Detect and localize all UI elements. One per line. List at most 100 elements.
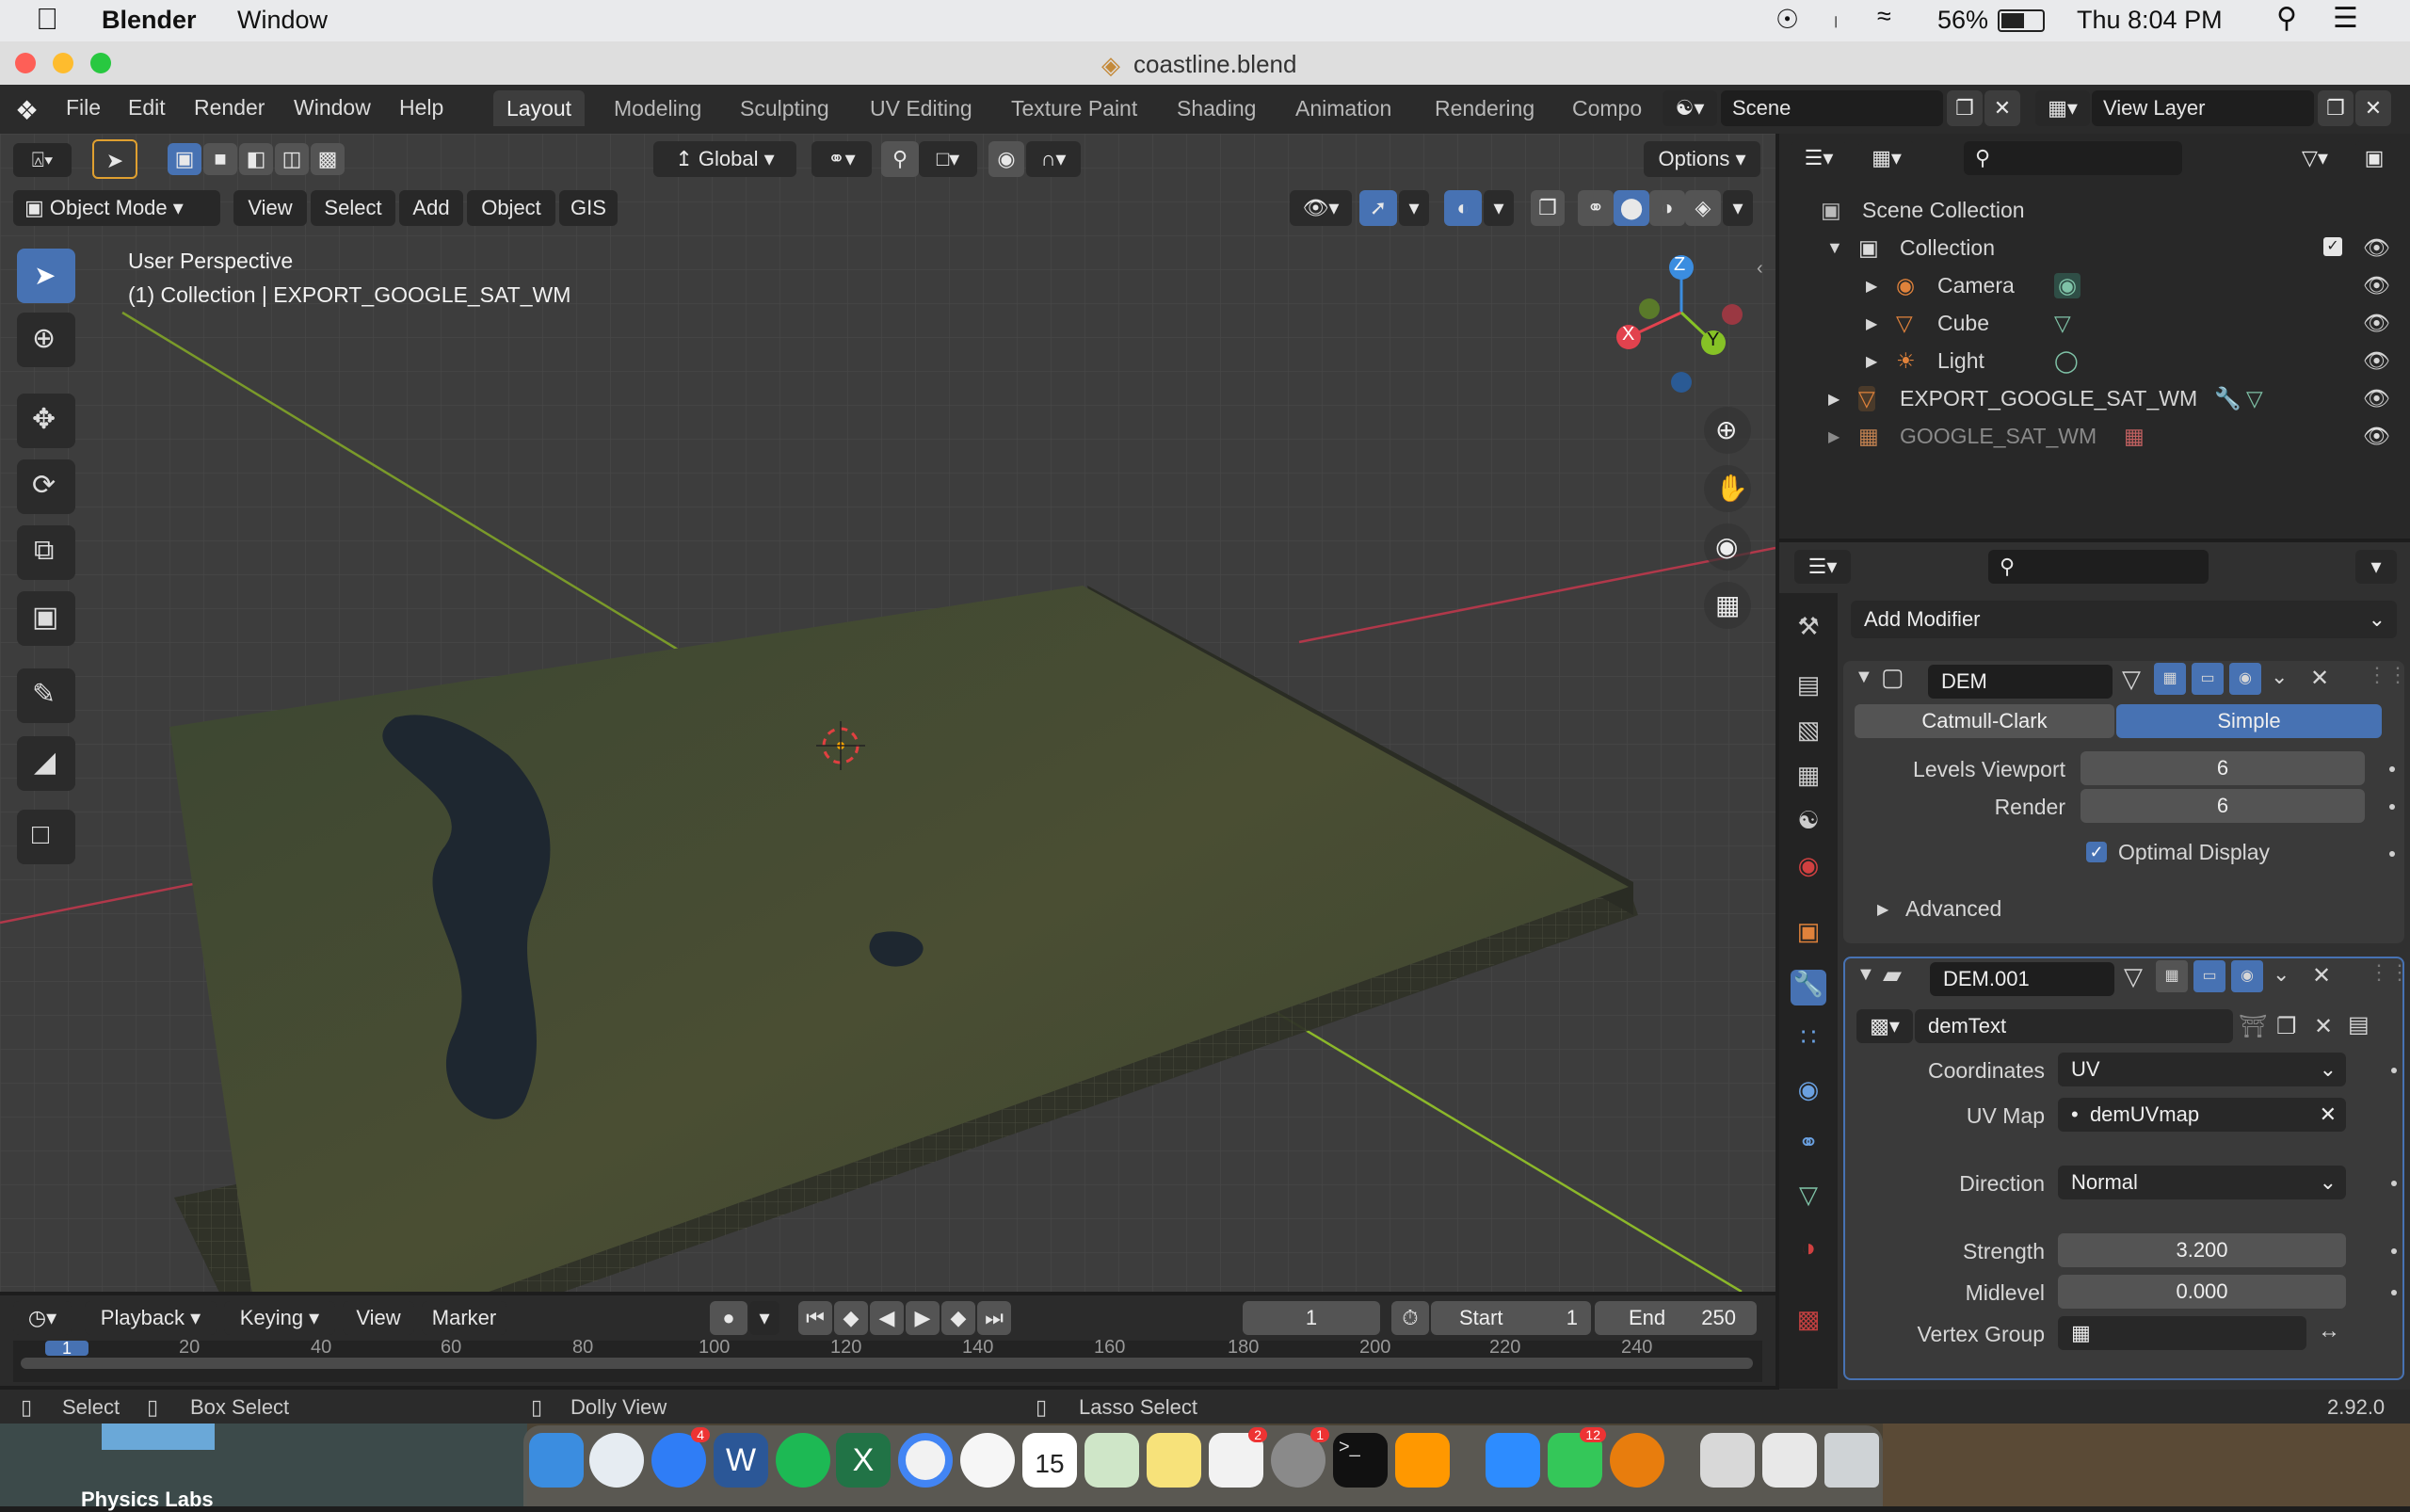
drag-handle-icon[interactable]: ⋮⋮ [2367, 663, 2408, 687]
gis-menu[interactable]: GIS [559, 190, 618, 226]
tab-sculpting[interactable]: Sculpting [727, 90, 843, 126]
cursor-tool[interactable]: ⊕ [17, 313, 75, 367]
tab-shading[interactable]: Shading [1164, 90, 1269, 126]
constraints-tab-icon[interactable]: ⚭ [1791, 1128, 1826, 1164]
animate-dot-icon[interactable] [2389, 804, 2395, 810]
mesh-data-icon[interactable]: ▽ [2246, 386, 2263, 411]
move-tool[interactable]: ✥ [17, 394, 75, 448]
modifier-name-field[interactable]: DEM.001 [1930, 962, 2114, 996]
viewport-display-toggle-icon[interactable]: ▭ [2193, 960, 2225, 992]
eye-icon[interactable]: 👁 [2363, 273, 2390, 298]
uv-map-field[interactable]: • demUVmap ✕ [2058, 1098, 2346, 1132]
new-view-layer-icon[interactable]: ❐ [2318, 90, 2354, 126]
start-frame-field[interactable]: Start 1 [1431, 1301, 1591, 1335]
mesh-data-icon[interactable]: ▽ [2054, 311, 2071, 336]
spotify-icon[interactable] [776, 1433, 830, 1488]
scene-selector-icon[interactable]: ☯▾ [1663, 90, 1717, 126]
select-menu[interactable]: Select [311, 190, 395, 226]
proportional-edit-icon[interactable]: ◉ [988, 141, 1024, 177]
on-cage-toggle-icon[interactable]: ▦ [2156, 960, 2188, 992]
scene-tab-icon[interactable]: ☯ [1791, 806, 1826, 842]
spotlight-icon[interactable]: ⚲ [2276, 2, 2297, 35]
collection-checkbox[interactable]: ✓ [2323, 237, 2342, 256]
animate-dot-icon[interactable] [2391, 1290, 2397, 1295]
expand-arrow-icon[interactable]: ▶ [1866, 352, 1877, 371]
gizmo-dropdown-icon[interactable]: ▾ [1399, 190, 1429, 226]
catmull-clark-tab[interactable]: Catmull-Clark [1855, 704, 2114, 738]
edit-mode-toggle-icon[interactable]: ▽ [2124, 962, 2143, 991]
outliner-row-scene-collection[interactable]: ▣ Scene Collection [1779, 190, 2410, 228]
display-mode-icon[interactable]: ▦▾ [1858, 141, 1915, 175]
zoom-icon[interactable] [1486, 1433, 1540, 1488]
expand-arrow-icon[interactable]: ▶ [1828, 427, 1840, 446]
gizmo-y-label[interactable]: Y [1707, 330, 1719, 351]
outliner-row-export-obj[interactable]: ▶ ▽ EXPORT_GOOGLE_SAT_WM 🔧 ▽ 👁 [1779, 378, 2410, 416]
wireframe-shading-icon[interactable]: ⚭ [1578, 190, 1614, 226]
reminders-icon[interactable]: 2 [1209, 1427, 1267, 1488]
eye-icon[interactable]: 👁 [2363, 348, 2390, 374]
solid-shading-icon[interactable]: ⬤ [1614, 190, 1649, 226]
on-cage-toggle-icon[interactable]: ▦ [2154, 663, 2186, 695]
snap-toggle-icon[interactable]: ⚲ [881, 141, 919, 177]
window-menu[interactable]: Window [237, 6, 328, 35]
expand-arrow-icon[interactable]: ▶ [1866, 314, 1877, 333]
world-tab-icon[interactable]: ◉ [1791, 851, 1826, 887]
playhead[interactable]: 1 [45, 1340, 88, 1357]
view-layer-field[interactable]: View Layer [2092, 90, 2314, 126]
select-extend-icon[interactable]: ■ [203, 143, 237, 175]
minimize-window-button[interactable] [53, 53, 73, 73]
vertex-group-field[interactable]: ▦ [2058, 1316, 2306, 1350]
wrench-modifier-icon[interactable]: 🔧 [2214, 386, 2241, 411]
texture-properties-icon[interactable]: ▤ [2348, 1011, 2370, 1038]
terminal-icon[interactable]: >_ [1333, 1433, 1388, 1488]
eye-icon[interactable]: 👁 [2363, 386, 2390, 411]
editor-type-icon[interactable]: ⍓▾ [13, 143, 72, 177]
bluetooth-icon[interactable]: ᛧ [1828, 4, 1843, 33]
coordinates-dropdown[interactable]: UV ⌄ [2058, 1053, 2346, 1086]
window-menu-blender[interactable]: Window [294, 95, 371, 121]
tab-compositing[interactable]: Compo [1559, 90, 1670, 126]
material-tab-icon[interactable]: ◑ [1791, 1233, 1826, 1269]
fake-user-icon[interactable]: ⛩ [2239, 1013, 2267, 1040]
playback-menu[interactable]: Playback ▾ [85, 1301, 217, 1335]
object-tab-icon[interactable]: ▣ [1791, 917, 1826, 953]
jump-end-icon[interactable]: ⏭ [977, 1301, 1011, 1335]
sync-icon[interactable]: ☉ [1775, 4, 1799, 35]
physics-tab-icon[interactable]: ◉ [1791, 1075, 1826, 1111]
modifier-name-field[interactable]: DEM [1928, 665, 2113, 699]
outliner-row-camera[interactable]: ▶ ◉ Camera ◉ 👁 [1779, 265, 2410, 303]
marker-menu[interactable]: Marker [422, 1301, 506, 1335]
output-tab-icon[interactable]: ▧ [1791, 716, 1826, 751]
texture-tab-icon[interactable]: ▩ [1791, 1305, 1826, 1341]
modifier-tab-icon[interactable]: 🔧 [1791, 970, 1826, 1005]
facetime-icon[interactable]: 12 [1548, 1427, 1606, 1488]
pan-view-icon[interactable]: ✋ [1704, 465, 1751, 512]
chrome-icon[interactable] [898, 1433, 953, 1488]
app-name-menu[interactable]: Blender [102, 6, 197, 35]
view-layer-tab-icon[interactable]: ▦ [1791, 761, 1826, 796]
xray-toggle-icon[interactable]: ❐ [1531, 190, 1565, 226]
safari-icon[interactable] [589, 1433, 644, 1488]
measure-tool[interactable]: ◢ [17, 736, 75, 791]
finder-icon[interactable] [529, 1433, 584, 1488]
properties-editor-type-icon[interactable]: ☰▾ [1794, 550, 1851, 584]
simple-tab[interactable]: Simple [2116, 704, 2382, 738]
image-data-icon[interactable]: ▦ [2124, 424, 2145, 449]
3d-viewport[interactable]: Z X Y ⍓▾ ➤ ▣ ■ ◧ ◫ ▩ ↥ Global ▾ ⚭▾ ⚲ □▾ … [0, 134, 1775, 1292]
camera-view-icon[interactable]: ◉ [1704, 523, 1751, 571]
play-reverse-icon[interactable]: ◀ [870, 1301, 904, 1335]
stopwatch-icon[interactable]: ⏱ [1391, 1301, 1429, 1335]
select-tool-icon[interactable]: ➤ [92, 139, 137, 179]
shading-dropdown-icon[interactable]: ▾ [1723, 190, 1753, 226]
outliner-row-collection[interactable]: ▼ ▣ Collection ✓ 👁 [1779, 228, 2410, 265]
collapse-arrow-icon[interactable]: ▼ [1826, 238, 1843, 258]
gizmo-toggle-icon[interactable]: ➚ [1359, 190, 1397, 226]
blender-logo-icon[interactable]: ❖ [15, 95, 39, 126]
visibility-icon[interactable]: 👁▾ [1290, 190, 1352, 226]
add-menu[interactable]: Add [399, 190, 463, 226]
texture-field[interactable]: demText [1915, 1009, 2233, 1043]
zoom-window-button[interactable] [90, 53, 111, 73]
annotate-tool[interactable]: ✎ [17, 668, 75, 723]
zoom-view-icon[interactable]: ⊕ [1704, 407, 1751, 454]
battery-icon[interactable] [1998, 9, 2045, 32]
